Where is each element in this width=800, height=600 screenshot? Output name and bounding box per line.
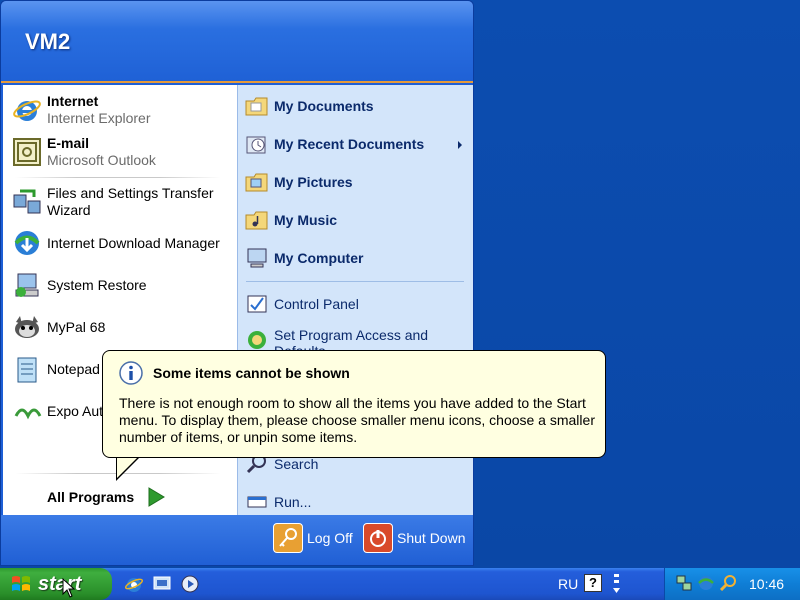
notepad-icon — [11, 353, 43, 385]
tray-search-icon[interactable] — [719, 574, 737, 592]
recent-transfer-wizard-line1: Files and Settings Transfer — [47, 185, 214, 201]
recent-expo-title: Expo Aut — [47, 402, 104, 419]
run-label: Run... — [274, 494, 312, 510]
quicklaunch-media-player-icon[interactable] — [180, 574, 200, 594]
run-icon — [244, 489, 270, 515]
language-indicator[interactable]: RU — [558, 576, 578, 592]
pinned-email-title: E-mail — [47, 135, 90, 151]
log-off-button[interactable]: Log Off — [273, 523, 353, 553]
tray-network-icon[interactable] — [675, 574, 693, 592]
internet-explorer-icon — [11, 94, 43, 126]
my-pictures-icon — [244, 169, 270, 195]
mouse-cursor-icon — [62, 578, 76, 598]
mypal-icon — [11, 311, 43, 343]
balloon-body: There is not enough room to show all the… — [119, 395, 599, 446]
transfer-wizard-icon — [11, 186, 43, 218]
user-name: VM2 — [25, 29, 71, 54]
start-menu-header: VM2 — [1, 1, 473, 83]
recent-mypal[interactable]: MyPal 68 — [11, 311, 105, 343]
my-recent-documents-label: My Recent Documents — [274, 136, 425, 152]
control-panel-label: Control Panel — [274, 296, 359, 312]
search-label: Search — [274, 456, 319, 472]
my-computer-icon — [244, 245, 270, 271]
system-tray: 10:46 — [664, 568, 800, 600]
system-restore-icon — [11, 269, 43, 301]
recent-idm[interactable]: Internet Download Manager — [11, 227, 220, 259]
pinned-internet-title: Internet — [47, 93, 99, 109]
expo-icon — [11, 395, 43, 427]
balloon-body-line1: There is not enough room to show all the… — [119, 395, 586, 411]
balloon-body-line3: number of items, or unpin some items. — [119, 429, 358, 445]
right-my-computer[interactable]: My Computer — [244, 245, 363, 271]
shut-down-button[interactable]: Shut Down — [363, 523, 465, 553]
key-icon — [273, 523, 303, 553]
windows-flag-icon — [12, 576, 30, 591]
recent-mypal-title: MyPal 68 — [47, 318, 106, 335]
tray-idm-icon[interactable] — [697, 574, 715, 592]
balloon-title: Some items cannot be shown — [153, 365, 350, 381]
recent-transfer-wizard[interactable]: Files and Settings Transfer Wizard — [11, 185, 214, 219]
help-icon[interactable]: ? — [584, 574, 602, 592]
pinned-internet[interactable]: Internet Internet Explorer — [11, 93, 151, 127]
balloon-body-line2: menu. To display them, please choose sma… — [119, 412, 595, 428]
log-off-label: Log Off — [307, 530, 353, 546]
taskbar: start RU ? 10:46 — [0, 568, 800, 600]
right-run[interactable]: Run... — [244, 489, 311, 515]
notification-balloon[interactable]: Some items cannot be shown There is not … — [102, 350, 606, 458]
right-my-music[interactable]: My Music — [244, 207, 337, 233]
all-programs-label: All Programs — [47, 489, 135, 505]
all-programs-button[interactable]: All Programs — [47, 487, 166, 507]
recent-expo[interactable]: Expo Aut — [11, 395, 103, 427]
my-documents-label: My Documents — [274, 98, 374, 114]
my-music-icon — [244, 207, 270, 233]
pinned-email[interactable]: E-mail Microsoft Outlook — [11, 135, 156, 169]
right-my-recent-documents[interactable]: My Recent Documents — [244, 131, 424, 157]
recent-system-restore-title: System Restore — [47, 276, 147, 293]
outlook-icon — [11, 136, 43, 168]
my-music-label: My Music — [274, 212, 338, 228]
submenu-arrow-icon — [458, 141, 462, 149]
recent-notepad[interactable]: Notepad — [11, 353, 100, 385]
my-computer-label: My Computer — [274, 250, 364, 266]
clock[interactable]: 10:46 — [749, 576, 784, 592]
pinned-internet-subtitle: Internet Explorer — [47, 110, 151, 126]
shut-down-label: Shut Down — [397, 530, 466, 546]
recent-idm-title: Internet Download Manager — [47, 234, 220, 251]
quicklaunch-desktop-icon[interactable] — [152, 574, 172, 594]
my-pictures-label: My Pictures — [274, 174, 353, 190]
right-separator-1 — [246, 281, 464, 282]
my-recent-documents-icon — [244, 131, 270, 157]
recent-notepad-title: Notepad — [47, 360, 100, 377]
language-bar-options-icon[interactable] — [612, 572, 622, 596]
right-my-documents[interactable]: My Documents — [244, 93, 374, 119]
all-programs-arrow-icon — [146, 487, 166, 507]
recent-system-restore[interactable]: System Restore — [11, 269, 147, 301]
start-menu: VM2 Internet Internet Explorer E-mail Mi… — [0, 0, 474, 566]
info-icon — [119, 361, 143, 385]
pinned-email-subtitle: Microsoft Outlook — [47, 152, 156, 168]
start-menu-footer: Log Off Shut Down — [1, 515, 473, 565]
right-control-panel[interactable]: Control Panel — [244, 291, 359, 317]
recent-transfer-wizard-line2: Wizard — [47, 202, 91, 218]
balloon-tail-fill — [117, 456, 139, 478]
control-panel-icon — [244, 291, 270, 317]
right-my-pictures[interactable]: My Pictures — [244, 169, 353, 195]
power-icon — [363, 523, 393, 553]
quicklaunch-ie-icon[interactable] — [124, 574, 144, 594]
my-documents-icon — [244, 93, 270, 119]
idm-icon — [11, 227, 43, 259]
pinned-separator — [15, 177, 221, 178]
start-button[interactable]: start — [0, 568, 112, 600]
set-program-access-line1: Set Program Access and — [274, 327, 429, 343]
